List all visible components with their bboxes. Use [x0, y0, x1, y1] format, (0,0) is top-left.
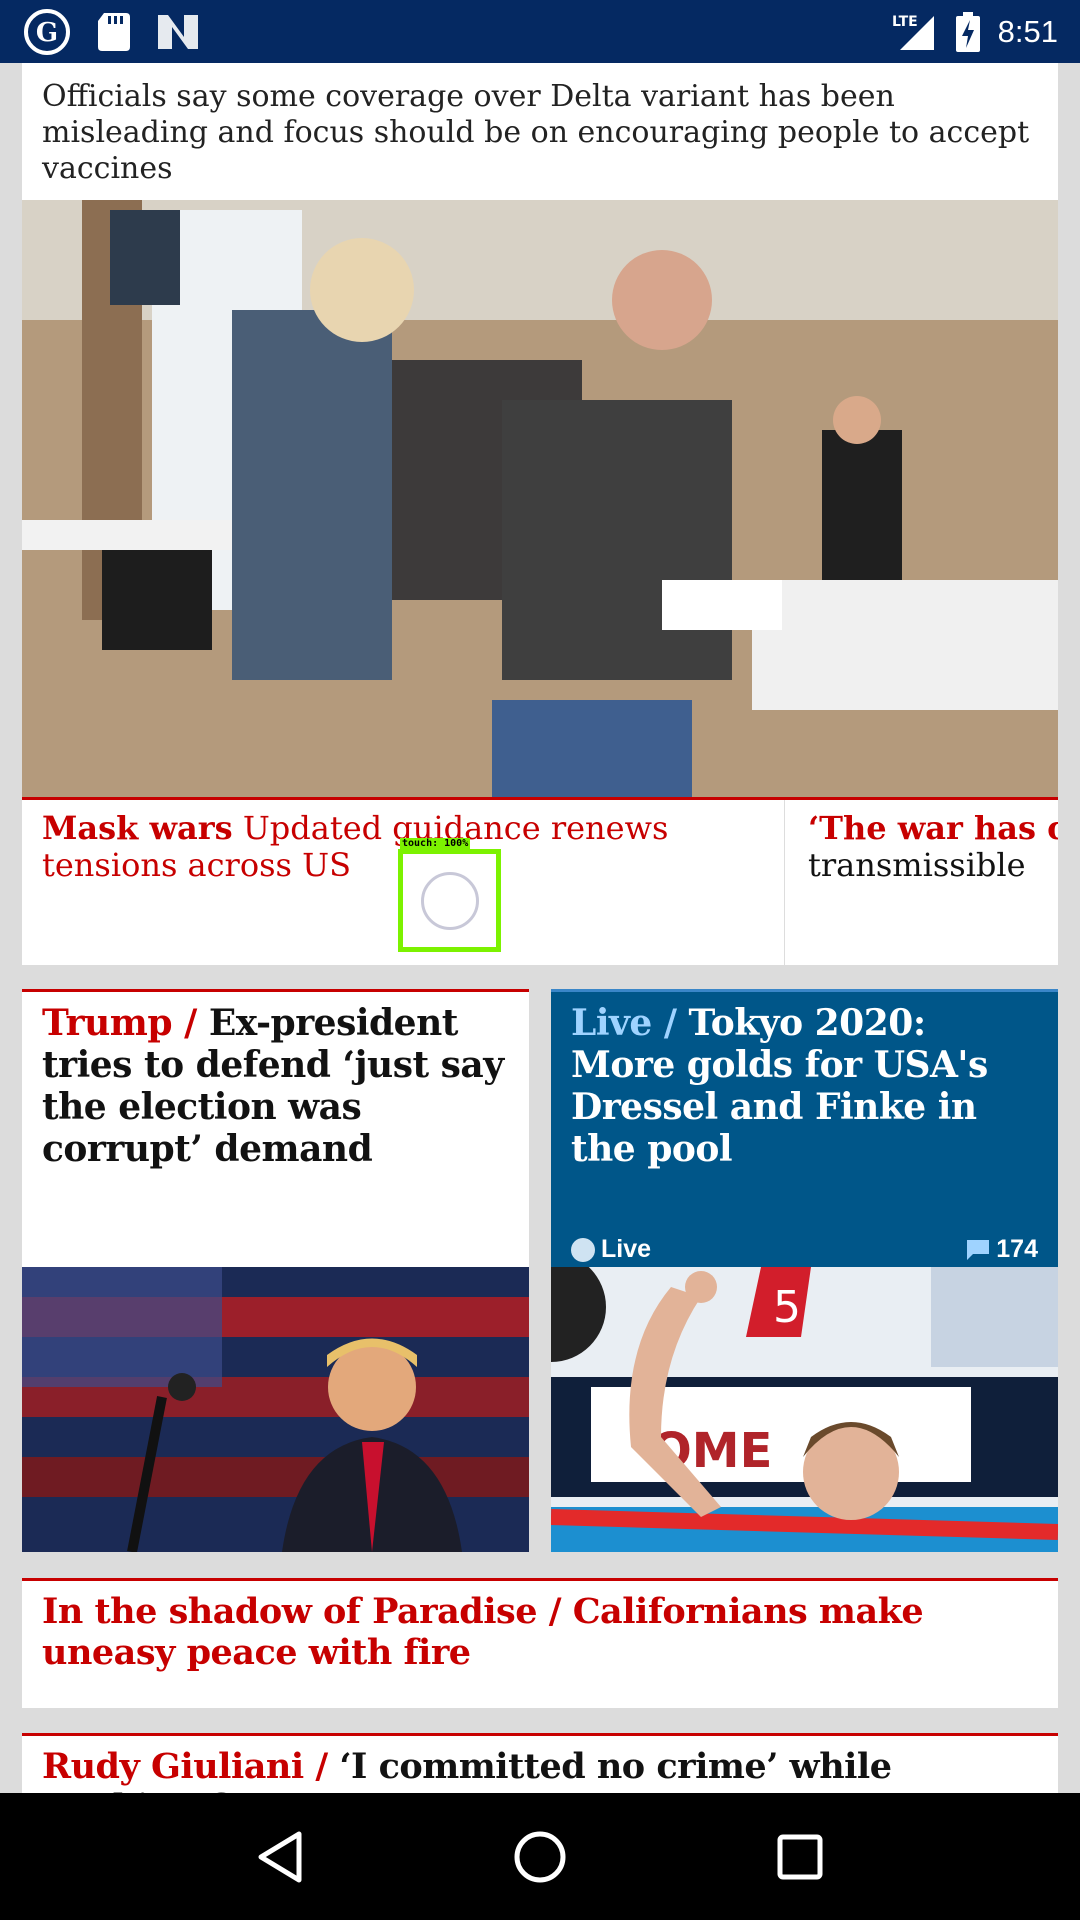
news-app-icon [158, 14, 198, 49]
story-headline: Rudy Giuliani / ‘I committed no crime’ w… [22, 1736, 1058, 1793]
battery-charging-icon [955, 11, 980, 52]
sd-card-icon [98, 12, 130, 51]
story-headline: Live / Tokyo 2020: More golds for USA's … [551, 992, 1058, 1180]
comment-count: 174 [967, 1235, 1038, 1264]
svg-text:LTE: LTE [892, 14, 918, 30]
related-link-kicker: ‘The war has chan [808, 809, 1058, 847]
story-kicker: Rudy Giuliani / [42, 1746, 328, 1787]
touch-point [421, 872, 479, 930]
news-feed[interactable]: Officials say some coverage over Delta v… [0, 63, 1080, 1793]
svg-text:5: 5 [773, 1282, 801, 1333]
live-dot-icon [571, 1238, 595, 1263]
navigation-bar [0, 1793, 1080, 1920]
related-link-war-has-changed[interactable]: ‘The war has chan transmissible [786, 800, 1058, 965]
touch-indicator-label: touch: 100% [400, 838, 471, 849]
related-link-kicker: Mask wars [42, 809, 233, 847]
comment-icon [967, 1240, 990, 1261]
related-link-headline: transmissible [808, 846, 1026, 884]
paradise-story-card[interactable]: In the shadow of Paradise / Californians… [22, 1578, 1058, 1708]
swimmer-photo: OME 5 [551, 1267, 1058, 1552]
vaccination-photo [22, 200, 1058, 797]
related-links-strip: Mask wars Updated guidance renews tensio… [22, 797, 1058, 965]
live-meta: Live 174 [571, 1235, 1038, 1264]
tokyo-live-card[interactable]: Live / Tokyo 2020: More golds for USA's … [551, 989, 1058, 1552]
svg-text:G: G [36, 18, 58, 48]
story-kicker: Trump / [42, 1002, 197, 1044]
live-badge: Live [571, 1235, 651, 1264]
back-icon [258, 1831, 302, 1882]
clock: 8:51 [997, 13, 1058, 49]
top-story-card[interactable]: Officials say some coverage over Delta v… [22, 63, 1058, 965]
story-headline: Trump / Ex-president tries to defend ‘ju… [22, 992, 529, 1180]
top-story-standfirst: Officials say some coverage over Delta v… [42, 79, 1030, 186]
trump-story-card[interactable]: Trump / Ex-president tries to defend ‘ju… [22, 989, 529, 1552]
trump-photo [22, 1267, 529, 1552]
story-kicker: In the shadow of Paradise / [42, 1591, 562, 1632]
home-icon [514, 1831, 566, 1882]
status-bar: G LTE 8:51 [0, 0, 1080, 63]
touch-indicator [398, 849, 501, 952]
recents-icon [777, 1834, 823, 1879]
signal-icon: LTE [892, 12, 938, 52]
back-button[interactable] [240, 1817, 320, 1897]
home-button[interactable] [500, 1817, 580, 1897]
giuliani-story-card[interactable]: Rudy Giuliani / ‘I committed no crime’ w… [22, 1733, 1058, 1793]
guardian-app-icon: G [24, 8, 70, 55]
story-kicker: Live / [571, 1002, 677, 1044]
recents-button[interactable] [760, 1817, 840, 1897]
story-headline: In the shadow of Paradise / Californians… [22, 1581, 1058, 1683]
